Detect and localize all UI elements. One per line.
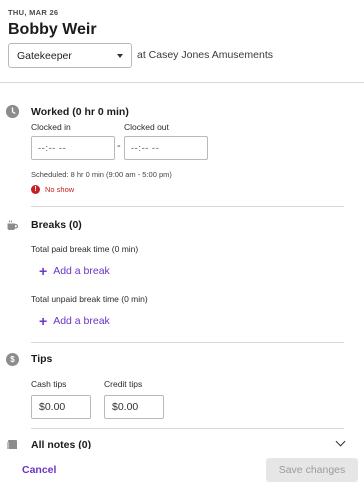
- paid-break-label: Total paid break time (0 min): [31, 244, 139, 254]
- header-divider: [0, 82, 364, 83]
- clocked-out-label: Clocked out: [124, 122, 169, 132]
- add-unpaid-break-link[interactable]: + Add a break: [39, 314, 110, 328]
- section-divider: [31, 206, 344, 207]
- chevron-down-icon: [117, 54, 123, 58]
- time-range-dash: -: [117, 140, 121, 152]
- no-show-status: ! No show: [31, 185, 74, 194]
- add-paid-break-label: Add a break: [53, 265, 110, 277]
- plus-icon: +: [39, 313, 48, 329]
- add-paid-break-link[interactable]: + Add a break: [39, 264, 110, 278]
- section-divider: [31, 428, 344, 429]
- error-icon: !: [31, 185, 40, 194]
- add-unpaid-break-label: Add a break: [53, 315, 110, 327]
- chevron-down-icon[interactable]: [335, 436, 346, 447]
- clock-in-input[interactable]: --:-- --: [31, 136, 115, 160]
- clock-out-input[interactable]: --:-- --: [124, 136, 208, 160]
- tips-title: Tips: [31, 353, 53, 365]
- coffee-cup-icon: [6, 219, 19, 232]
- credit-tips-label: Credit tips: [104, 379, 143, 389]
- location-text: at Casey Jones Amusements: [137, 49, 273, 61]
- cancel-button[interactable]: Cancel: [22, 464, 56, 476]
- breaks-title: Breaks (0): [31, 219, 82, 231]
- worked-title: Worked (0 hr 0 min): [31, 106, 129, 118]
- role-select[interactable]: Gatekeeper: [8, 43, 132, 68]
- cash-tips-label: Cash tips: [31, 379, 67, 389]
- section-divider: [31, 342, 344, 343]
- unpaid-break-label: Total unpaid break time (0 min): [31, 294, 148, 304]
- cash-tips-input[interactable]: $0.00: [31, 395, 91, 419]
- credit-tips-input[interactable]: $0.00: [104, 395, 164, 419]
- role-select-value: Gatekeeper: [17, 49, 72, 62]
- scheduled-text: Scheduled: 8 hr 0 min (9:00 am - 5:00 pm…: [31, 170, 172, 179]
- save-changes-button[interactable]: Save changes: [266, 458, 358, 482]
- clock-icon: [6, 105, 19, 118]
- employee-name: Bobby Weir: [8, 21, 97, 38]
- no-show-label: No show: [45, 185, 75, 194]
- plus-icon: +: [39, 263, 48, 279]
- shift-date: THU, MAR 26: [8, 8, 59, 17]
- dollar-icon: $: [6, 353, 19, 366]
- clocked-in-label: Clocked in: [31, 122, 71, 132]
